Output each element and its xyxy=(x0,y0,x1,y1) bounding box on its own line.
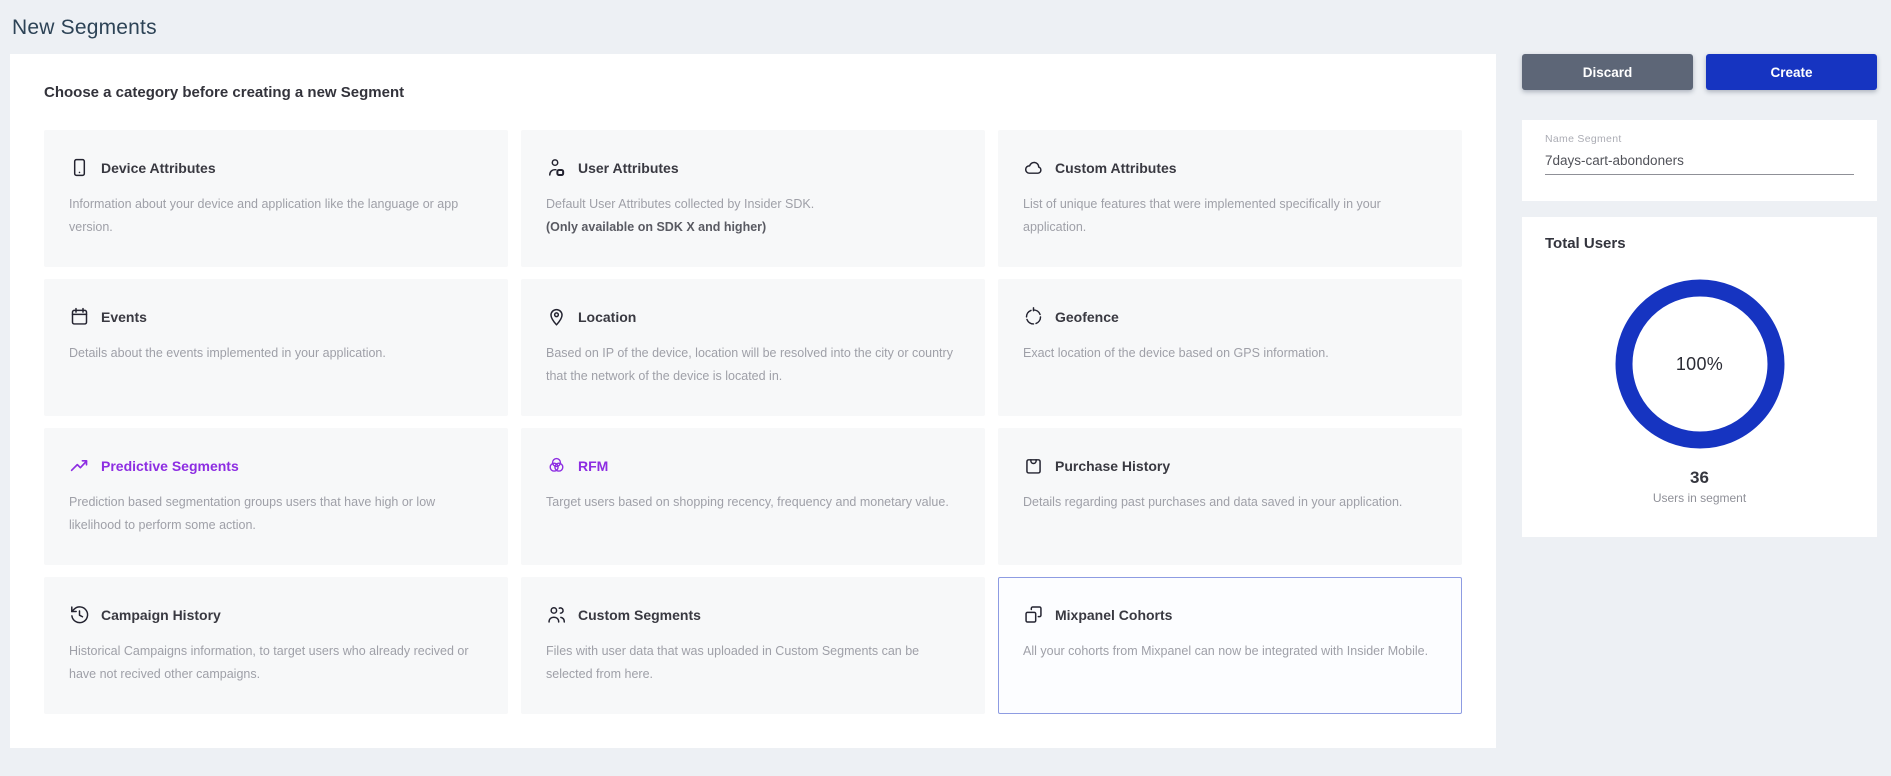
card-header: Location xyxy=(546,306,960,327)
card-title: Predictive Segments xyxy=(101,458,239,474)
card-header: Campaign History xyxy=(69,604,483,625)
card-description: Exact location of the device based on GP… xyxy=(1023,342,1437,365)
card-title: Campaign History xyxy=(101,607,221,623)
card-description: Default User Attributes collected by Ins… xyxy=(546,193,960,216)
category-card-custom-segments[interactable]: Custom Segments Files with user data tha… xyxy=(521,577,985,714)
card-header: Custom Segments xyxy=(546,604,960,625)
card-title: Custom Attributes xyxy=(1055,160,1177,176)
total-users-card: Total Users 100% 36 Users in segment xyxy=(1522,217,1877,537)
card-description: Target users based on shopping recency, … xyxy=(546,491,960,514)
card-header: Events xyxy=(69,306,483,327)
card-title: Mixpanel Cohorts xyxy=(1055,607,1172,623)
card-header: Predictive Segments xyxy=(69,455,483,476)
category-card-mixpanel-cohorts[interactable]: Mixpanel Cohorts All your cohorts from M… xyxy=(998,577,1462,714)
card-header: Mixpanel Cohorts xyxy=(1023,604,1437,625)
card-title: Purchase History xyxy=(1055,458,1170,474)
card-title: Custom Segments xyxy=(578,607,701,623)
shopping-bag-icon xyxy=(1023,455,1044,476)
category-card-purchase-history[interactable]: Purchase History Details regarding past … xyxy=(998,428,1462,565)
card-description-note: (Only available on SDK X and higher) xyxy=(546,216,960,239)
trend-up-icon xyxy=(69,455,90,476)
total-users-title: Total Users xyxy=(1545,235,1854,252)
user-icon xyxy=(546,157,567,178)
create-button[interactable]: Create xyxy=(1706,54,1877,90)
card-header: Purchase History xyxy=(1023,455,1437,476)
card-title: Location xyxy=(578,309,636,325)
card-description: Information about your device and applic… xyxy=(69,193,483,238)
people-icon xyxy=(546,604,567,625)
card-description: Details regarding past purchases and dat… xyxy=(1023,491,1437,514)
card-description: All your cohorts from Mixpanel can now b… xyxy=(1023,640,1437,663)
category-card-geofence[interactable]: Geofence Exact location of the device ba… xyxy=(998,279,1462,416)
geofence-icon xyxy=(1023,306,1044,327)
name-segment-input[interactable] xyxy=(1545,150,1854,175)
category-card-location[interactable]: Location Based on IP of the device, loca… xyxy=(521,279,985,416)
category-card-predictive-segments[interactable]: Predictive Segments Prediction based seg… xyxy=(44,428,508,565)
card-title: RFM xyxy=(578,458,608,474)
category-card-user-attributes[interactable]: User Attributes Default User Attributes … xyxy=(521,130,985,267)
card-description: List of unique features that were implem… xyxy=(1023,193,1437,238)
card-title: User Attributes xyxy=(578,160,679,176)
calendar-icon xyxy=(69,306,90,327)
users-caption: Users in segment xyxy=(1545,491,1854,505)
card-description: Historical Campaigns information, to tar… xyxy=(69,640,483,685)
discard-button[interactable]: Discard xyxy=(1522,54,1693,90)
users-count: 36 xyxy=(1545,468,1854,488)
panel-heading: Choose a category before creating a new … xyxy=(44,84,404,101)
category-panel: Choose a category before creating a new … xyxy=(10,54,1496,748)
card-title: Geofence xyxy=(1055,309,1119,325)
donut-percent-label: 100% xyxy=(1610,274,1790,454)
map-pin-icon xyxy=(546,306,567,327)
card-header: Device Attributes xyxy=(69,157,483,178)
category-card-events[interactable]: Events Details about the events implemen… xyxy=(44,279,508,416)
name-segment-card: Name Segment xyxy=(1522,120,1877,201)
device-icon xyxy=(69,157,90,178)
category-card-device-attributes[interactable]: Device Attributes Information about your… xyxy=(44,130,508,267)
cloud-icon xyxy=(1023,157,1044,178)
card-header: RFM xyxy=(546,455,960,476)
venn-circles-icon xyxy=(546,455,567,476)
sidebar: Discard Create Name Segment Total Users … xyxy=(1522,54,1877,90)
card-description: Files with user data that was uploaded i… xyxy=(546,640,960,685)
action-buttons: Discard Create xyxy=(1522,54,1877,90)
card-title: Events xyxy=(101,309,147,325)
card-title: Device Attributes xyxy=(101,160,216,176)
card-description: Details about the events implemented in … xyxy=(69,342,483,365)
history-clock-icon xyxy=(69,604,90,625)
card-description: Based on IP of the device, location will… xyxy=(546,342,960,387)
category-card-campaign-history[interactable]: Campaign History Historical Campaigns in… xyxy=(44,577,508,714)
name-segment-label: Name Segment xyxy=(1545,133,1854,145)
card-header: Geofence xyxy=(1023,306,1437,327)
category-grid: Device Attributes Information about your… xyxy=(44,130,1462,714)
category-card-custom-attributes[interactable]: Custom Attributes List of unique feature… xyxy=(998,130,1462,267)
card-description: Prediction based segmentation groups use… xyxy=(69,491,483,536)
card-header: Custom Attributes xyxy=(1023,157,1437,178)
cohorts-link-icon xyxy=(1023,604,1044,625)
card-header: User Attributes xyxy=(546,157,960,178)
page-title: New Segments xyxy=(12,16,157,40)
category-card-rfm[interactable]: RFM Target users based on shopping recen… xyxy=(521,428,985,565)
total-users-donut-chart: 100% xyxy=(1610,274,1790,454)
